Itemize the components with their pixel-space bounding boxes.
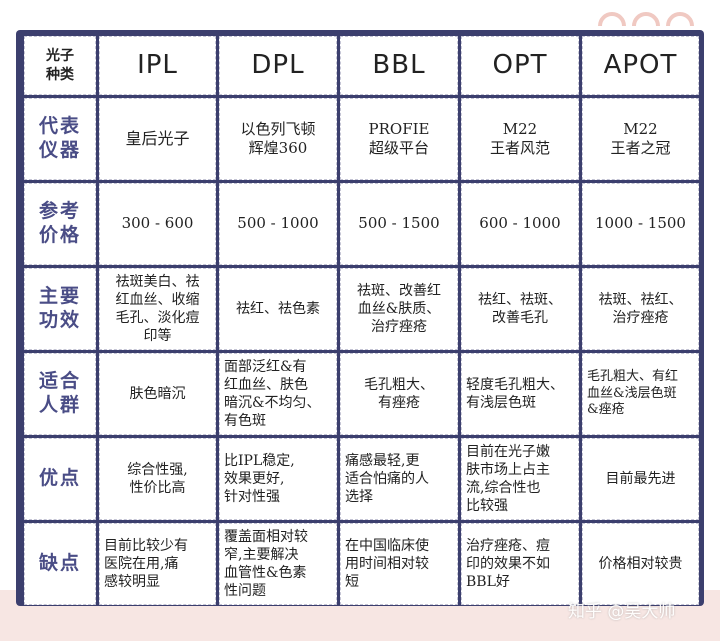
table-cell: M22 王者之冠 (582, 98, 699, 180)
column-header-opt: OPT (461, 36, 579, 95)
table-cell: 面部泛红&有 红血丝、肤色 暗沉&不均匀、 有色斑 (219, 353, 337, 435)
table-corner-label: 光子 种类 (24, 36, 96, 95)
comparison-table: 光子 种类 IPL DPL BBL OPT APOT 代表 仪器 皇后光子 以色… (24, 36, 699, 605)
row-header-effect: 主要 功效 (24, 268, 96, 350)
row-header-pros: 优点 (24, 438, 96, 520)
table-cell: 综合性强, 性价比高 (99, 438, 216, 520)
table-cell: 轻度毛孔粗大、 有浅层色斑 (461, 353, 579, 435)
table-cell: 祛斑、祛红、 治疗痤疮 (582, 268, 699, 350)
row-header-cons: 缺点 (24, 523, 96, 605)
table-cell: 肤色暗沉 (99, 353, 216, 435)
column-header-dpl: DPL (219, 36, 337, 95)
table-cell: 目前最先进 (582, 438, 699, 520)
table-cell: 毛孔粗大、 有痤疮 (340, 353, 458, 435)
table-cell: 皇后光子 (99, 98, 216, 180)
table-cell: 在中国临床使 用时间相对较 短 (340, 523, 458, 605)
row-header-price: 参考 价格 (24, 183, 96, 265)
table-cell: 覆盖面相对较 窄,主要解决 血管性&色素 性问题 (219, 523, 337, 605)
column-header-bbl: BBL (340, 36, 458, 95)
table-cell: 500 - 1000 (219, 183, 337, 265)
watermark: 知乎 @吴大帅 (568, 602, 676, 622)
table-cell: 300 - 600 (99, 183, 216, 265)
table-cell: 价格相对较贵 (582, 523, 699, 605)
table-cell: M22 王者风范 (461, 98, 579, 180)
column-header-ipl: IPL (99, 36, 216, 95)
table-cell: 痛感最轻,更 适合怕痛的人 选择 (340, 438, 458, 520)
table-cell: 毛孔粗大、有红 血丝&浅层色斑 &痤疮 (582, 353, 699, 435)
table-cell: 祛红、祛斑、 改善毛孔 (461, 268, 579, 350)
table-cell: 祛红、祛色素 (219, 268, 337, 350)
table-cell: PROFIE 超级平台 (340, 98, 458, 180)
row-header-audience: 适合 人群 (24, 353, 96, 435)
table-cell: 祛斑、改善红 血丝&肤质、 治疗痤疮 (340, 268, 458, 350)
table-cell: 祛斑美白、祛 红血丝、收缩 毛孔、淡化痘 印等 (99, 268, 216, 350)
comparison-table-frame: 光子 种类 IPL DPL BBL OPT APOT 代表 仪器 皇后光子 以色… (16, 30, 704, 606)
table-cell: 500 - 1500 (340, 183, 458, 265)
table-cell: 比IPL稳定, 效果更好, 针对性强 (219, 438, 337, 520)
table-cell: 目前在光子嫩 肤市场上占主 流,综合性也 比较强 (461, 438, 579, 520)
table-cell: 1000 - 1500 (582, 183, 699, 265)
table-cell: 以色列飞顿 辉煌360 (219, 98, 337, 180)
table-cell: 治疗痤疮、痘 印的效果不如 BBL好 (461, 523, 579, 605)
column-header-apot: APOT (582, 36, 699, 95)
row-header-device: 代表 仪器 (24, 98, 96, 180)
table-cell: 600 - 1000 (461, 183, 579, 265)
table-cell: 目前比较少有 医院在用,痛 感较明显 (99, 523, 216, 605)
